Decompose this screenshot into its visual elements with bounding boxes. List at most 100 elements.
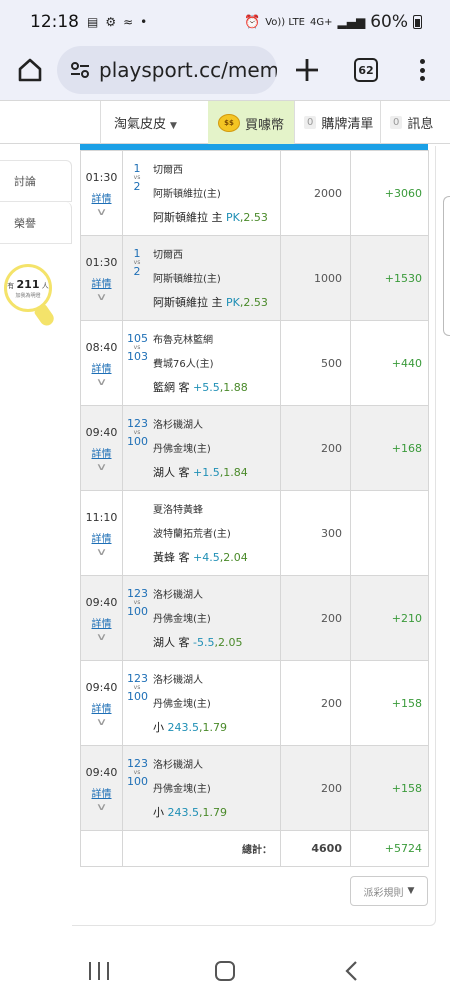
payout-rules-label: 派彩規則 xyxy=(363,887,404,899)
win-cell xyxy=(350,490,429,576)
bet-row: 01:30 詳情 ∨ 1 vs 2 切爾西 阿斯頓維拉(主) 阿斯頓維拉 主 P… xyxy=(80,235,429,321)
coin-button[interactable]: $$ 買噱幣 xyxy=(208,101,294,145)
pick-value: +1.5 xyxy=(193,466,220,479)
gear-icon: ⚙ xyxy=(105,15,117,29)
team-home: 丹佛金塊(主) xyxy=(153,444,211,455)
time-cell: 01:30 詳情 ∨ xyxy=(80,150,123,236)
detail-link[interactable]: 詳情 xyxy=(81,700,122,715)
game-cell: 123 vs 100 洛杉磯湖人 丹佛金塊(主) 小 243.5,1.79 xyxy=(122,660,281,746)
bets-table-wrap: 01:30 詳情 ∨ 1 vs 2 切爾西 阿斯頓維拉(主) 阿斯頓維拉 主 P… xyxy=(80,144,429,867)
team-home: 丹佛金塊(主) xyxy=(153,699,211,710)
team-home: 阿斯頓維拉(主) xyxy=(153,274,221,285)
alarm-icon: ⏰ xyxy=(244,14,261,30)
pick-odds: 1.79 xyxy=(202,806,228,819)
amount-cell: 200 xyxy=(280,575,351,661)
pick-value: +5.5 xyxy=(193,381,220,394)
cart-label: 購牌清單 xyxy=(321,117,374,132)
follower-bulb[interactable]: 有 211 人 加我為明燈 xyxy=(4,264,57,329)
volte-label: Vo)) LTE xyxy=(265,16,306,28)
new-tab-icon[interactable] xyxy=(293,56,321,84)
win-cell: +3060 xyxy=(350,150,429,236)
caret-down-icon: ▼ xyxy=(170,121,177,131)
amount-cell: 2000 xyxy=(280,150,351,236)
detail-link[interactable]: 詳情 xyxy=(81,360,122,375)
nav-divider xyxy=(294,101,295,145)
team-away: 夏洛特黃蜂 xyxy=(153,505,203,516)
pick-value: 243.5 xyxy=(167,721,200,734)
game-numbers: 123 vs 100 xyxy=(127,758,148,788)
pick-text: 湖人 客 -5.5,2.05 xyxy=(153,634,242,650)
home-icon[interactable] xyxy=(14,54,46,86)
bet-row: 09:40 詳情 ∨ 123 vs 100 洛杉磯湖人 丹佛金塊(主) 小 24… xyxy=(80,660,429,746)
win-cell: +440 xyxy=(350,320,429,406)
game-numbers: 123 vs 100 xyxy=(127,588,148,618)
game-number-b: 100 xyxy=(127,605,148,618)
team-away: 洛杉磯湖人 xyxy=(153,760,203,771)
game-number-b: 100 xyxy=(127,775,148,788)
cart-button[interactable]: 0 購牌清單 xyxy=(304,113,373,132)
game-cell: 123 vs 100 洛杉磯湖人 丹佛金塊(主) 湖人 客 -5.5,2.05 xyxy=(122,575,281,661)
team-away: 洛杉磯湖人 xyxy=(153,590,203,601)
win-cell: +1530 xyxy=(350,235,429,321)
side-item-discuss[interactable]: 討論 xyxy=(0,160,72,202)
time-cell: 09:40 詳情 ∨ xyxy=(80,405,123,491)
browser-toolbar: playsport.cc/membe 62 xyxy=(0,44,450,100)
time-cell: 08:40 詳情 ∨ xyxy=(80,320,123,406)
pick-odds: 1.79 xyxy=(202,721,228,734)
url-bar[interactable]: playsport.cc/membe xyxy=(57,46,277,94)
game-numbers: 123 vs 100 xyxy=(127,673,148,702)
game-time: 08:40 xyxy=(85,340,118,354)
payout-rules-button[interactable]: 派彩規則 ▼ xyxy=(350,876,428,906)
game-time: 09:40 xyxy=(85,595,118,609)
game-numbers: 123 vs 100 xyxy=(127,418,148,447)
pick-odds: 1.84 xyxy=(223,466,248,479)
pick-text: 黃蜂 客 +4.5,2.04 xyxy=(153,549,248,565)
cart-count: 0 xyxy=(304,116,317,129)
game-cell: 123 vs 100 洛杉磯湖人 丹佛金塊(主) 湖人 客 +1.5,1.84 xyxy=(122,405,281,491)
pick-text: 阿斯頓維拉 主 PK,2.53 xyxy=(153,294,268,310)
more-menu-icon[interactable] xyxy=(412,56,432,84)
network-label: 4G+ xyxy=(310,16,333,28)
detail-link[interactable]: 詳情 xyxy=(81,275,122,290)
coin-icon: $$ xyxy=(218,114,240,132)
pick-value: +4.5 xyxy=(193,551,220,564)
back-icon[interactable] xyxy=(344,960,358,982)
pick-text: 籃網 客 +5.5,1.88 xyxy=(153,379,248,395)
user-menu[interactable]: 淘氣皮皮 ▼ xyxy=(114,113,177,132)
team-home: 波特蘭拓荒者(主) xyxy=(153,529,231,540)
amount-cell: 1000 xyxy=(280,235,351,321)
game-number-b: 103 xyxy=(127,350,148,363)
pick-text: 阿斯頓維拉 主 PK,2.53 xyxy=(153,209,268,225)
tab-count-button[interactable]: 62 xyxy=(354,58,378,82)
pick-odds: 2.53 xyxy=(243,211,268,224)
home-circle-icon[interactable] xyxy=(215,961,235,981)
side-item-label: 討論 xyxy=(14,175,36,188)
coin-label: 買噱幣 xyxy=(245,117,285,133)
bet-row: 09:40 詳情 ∨ 123 vs 100 洛杉磯湖人 丹佛金塊(主) 湖人 客… xyxy=(80,575,429,661)
bets-table: 01:30 詳情 ∨ 1 vs 2 切爾西 阿斯頓維拉(主) 阿斯頓維拉 主 P… xyxy=(80,150,429,867)
team-home: 丹佛金塊(主) xyxy=(153,784,211,795)
team-away: 布魯克林籃網 xyxy=(153,335,213,346)
scroll-handle[interactable] xyxy=(443,196,450,336)
pick-prefix: 湖人 客 xyxy=(153,636,190,649)
side-item-honor[interactable]: 榮譽 xyxy=(0,202,72,244)
detail-link[interactable]: 詳情 xyxy=(81,190,122,205)
pick-odds: 2.04 xyxy=(223,551,248,564)
detail-link[interactable]: 詳情 xyxy=(81,615,122,630)
pick-text: 湖人 客 +1.5,1.84 xyxy=(153,464,248,480)
message-button[interactable]: 0 訊息 xyxy=(390,113,433,132)
team-away: 切爾西 xyxy=(153,165,183,176)
site-settings-icon[interactable] xyxy=(69,59,91,81)
detail-link[interactable]: 詳情 xyxy=(81,785,122,800)
team-home: 丹佛金塊(主) xyxy=(153,614,211,625)
total-label: 總計： xyxy=(122,830,281,867)
pick-value: -5.5 xyxy=(193,636,215,649)
detail-link[interactable]: 詳情 xyxy=(81,445,122,460)
time-cell: 09:40 詳情 ∨ xyxy=(80,745,123,831)
recent-apps-icon[interactable] xyxy=(89,962,109,980)
pick-prefix: 湖人 客 xyxy=(153,466,190,479)
detail-link[interactable]: 詳情 xyxy=(81,530,122,545)
game-cell: 1 vs 2 切爾西 阿斯頓維拉(主) 阿斯頓維拉 主 PK,2.53 xyxy=(122,235,281,321)
time-cell: 09:40 詳情 ∨ xyxy=(80,660,123,746)
nav-divider xyxy=(100,101,101,145)
